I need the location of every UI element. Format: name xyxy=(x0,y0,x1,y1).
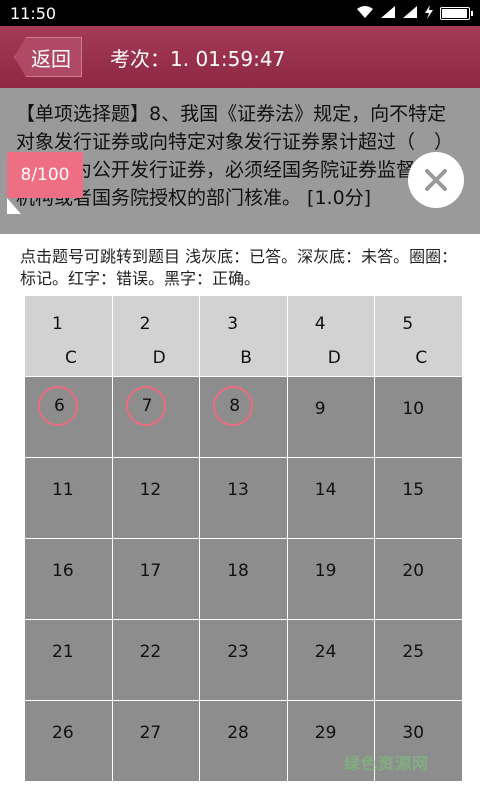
question-cell-23[interactable]: 23 xyxy=(200,620,287,700)
question-cell-1[interactable]: 1C xyxy=(25,296,112,376)
question-cell-6[interactable]: 6 xyxy=(25,377,112,457)
back-button[interactable]: 返回 xyxy=(14,37,82,77)
question-cell-11[interactable]: 11 xyxy=(25,458,112,538)
status-bar: 11:50 xyxy=(0,0,480,26)
question-number: 3 xyxy=(227,314,239,334)
exam-title: 考次：1. 01:59:47 xyxy=(110,46,286,71)
question-number: 11 xyxy=(52,480,74,500)
selected-answer: C xyxy=(415,348,428,368)
wifi-icon xyxy=(356,5,374,22)
question-number: 17 xyxy=(139,561,162,581)
question-cell-16[interactable]: 16 xyxy=(25,539,112,619)
question-number: 7 xyxy=(141,396,153,416)
question-number: 14 xyxy=(314,480,337,500)
question-number: 29 xyxy=(314,723,337,743)
question-number: 27 xyxy=(139,723,162,743)
question-cell-18[interactable]: 18 xyxy=(200,539,287,619)
question-number: 1 xyxy=(52,314,63,334)
signal-icon-2 xyxy=(402,5,418,22)
question-number: 4 xyxy=(314,314,326,334)
question-cell-26[interactable]: 26 xyxy=(25,701,112,781)
question-cell-20[interactable]: 20 xyxy=(375,539,462,619)
question-number: 23 xyxy=(227,642,249,662)
question-cell-15[interactable]: 15 xyxy=(375,458,462,538)
question-number: 16 xyxy=(52,561,74,581)
question-cell-28[interactable]: 28 xyxy=(200,701,287,781)
question-cell-4[interactable]: 4D xyxy=(287,296,375,376)
question-cell-9[interactable]: 9 xyxy=(287,377,375,457)
selected-answer: C xyxy=(65,348,77,368)
question-number: 2 xyxy=(139,314,151,334)
question-counter: 8/100 xyxy=(7,152,83,198)
question-number: 21 xyxy=(52,642,74,662)
question-number: 10 xyxy=(402,399,425,419)
battery-icon xyxy=(440,6,473,20)
signal-icon xyxy=(380,5,396,22)
selected-answer: D xyxy=(152,348,166,368)
question-number: 8 xyxy=(229,396,241,416)
charging-icon xyxy=(424,4,434,22)
question-number: 5 xyxy=(402,314,414,334)
status-icons xyxy=(356,4,473,22)
question-number: 13 xyxy=(227,480,249,500)
close-icon xyxy=(425,169,447,191)
question-number: 12 xyxy=(139,480,162,500)
question-cell-19[interactable]: 19 xyxy=(287,539,375,619)
question-cell-8[interactable]: 8 xyxy=(200,377,287,457)
question-cell-2[interactable]: 2D xyxy=(112,296,200,376)
question-cell-22[interactable]: 22 xyxy=(112,620,200,700)
question-cell-5[interactable]: 5C xyxy=(375,296,462,376)
answer-sheet-panel: 点击题号可跳转到题目 浅灰底：已答。深灰底：未答。圈圈：标记。红字：错误。黑字：… xyxy=(0,234,480,800)
question-number: 26 xyxy=(52,723,74,743)
question-number: 25 xyxy=(402,642,425,662)
selected-answer: D xyxy=(327,348,341,368)
question-cell-12[interactable]: 12 xyxy=(112,458,200,538)
counter-pointer xyxy=(7,198,21,214)
question-cell-21[interactable]: 21 xyxy=(25,620,112,700)
watermark: 绿色资源网 xyxy=(344,754,430,773)
question-cell-27[interactable]: 27 xyxy=(112,701,200,781)
question-number: 30 xyxy=(402,723,425,743)
question-cell-24[interactable]: 24 xyxy=(287,620,375,700)
question-cell-13[interactable]: 13 xyxy=(200,458,287,538)
question-number: 28 xyxy=(227,723,249,743)
question-cell-10[interactable]: 10 xyxy=(375,377,462,457)
question-cell-25[interactable]: 25 xyxy=(375,620,462,700)
legend-text: 点击题号可跳转到题目 浅灰底：已答。深灰底：未答。圈圈：标记。红字：错误。黑字：… xyxy=(20,247,458,288)
question-number: 9 xyxy=(314,399,326,419)
question-number: 18 xyxy=(227,561,249,581)
question-number: 20 xyxy=(402,561,425,581)
question-number: 24 xyxy=(314,642,337,662)
question-number: 15 xyxy=(402,480,425,500)
selected-answer: B xyxy=(240,348,252,368)
question-cell-3[interactable]: 3B xyxy=(200,296,287,376)
status-time: 11:50 xyxy=(10,3,57,23)
question-number: 22 xyxy=(139,642,162,662)
close-button[interactable] xyxy=(408,152,464,208)
question-number: 19 xyxy=(314,561,337,581)
question-grid: 1 C 2 D 3 B 4 D 5 C 6 7 8 9 10 11 12 13 14 15 16 17 18 19 20 21 22… xyxy=(25,296,462,781)
question-cell-17[interactable]: 17 xyxy=(112,539,200,619)
question-cell-7[interactable]: 7 xyxy=(112,377,200,457)
question-cell-14[interactable]: 14 xyxy=(287,458,375,538)
header-bar: 返回 考次：1. 01:59:47 xyxy=(0,26,480,88)
question-number: 6 xyxy=(54,396,65,416)
